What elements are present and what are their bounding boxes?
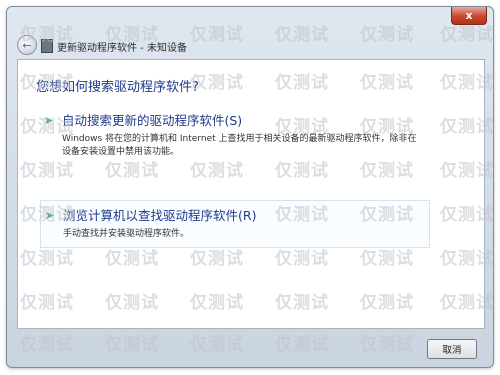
- green-arrow-icon: ➤: [44, 114, 54, 127]
- close-button[interactable]: x: [451, 7, 487, 25]
- option-auto-search[interactable]: ➤ 自动搜索更新的驱动程序软件(S) Windows 将在您的计算机和 Inte…: [40, 110, 428, 159]
- option-description: 手动查找并安装驱动程序软件。: [63, 229, 190, 239]
- green-arrow-icon: ➤: [45, 209, 55, 222]
- page-heading: 您想如何搜索驱动程序软件?: [36, 80, 199, 95]
- window-title: 更新驱动程序软件 - 未知设备: [57, 43, 187, 54]
- dialog-footer: 取消: [7, 329, 493, 367]
- dialog-window: ← 更新驱动程序软件 - 未知设备 x 您想如何搜索驱动程序软件? ➤ 自动搜索…: [6, 6, 494, 368]
- title-bar: ← 更新驱动程序软件 - 未知设备 x: [7, 7, 493, 55]
- option-title: 浏览计算机以查找驱动程序软件(R): [63, 208, 257, 223]
- back-arrow-icon[interactable]: ←: [17, 35, 37, 55]
- device-icon: [41, 39, 53, 53]
- option-browse-computer[interactable]: ➤ 浏览计算机以查找驱动程序软件(R) 手动查找并安装驱动程序软件。: [40, 200, 430, 248]
- option-description: Windows 将在您的计算机和 Internet 上查找用于相关设备的最新驱动…: [62, 134, 417, 157]
- cancel-button[interactable]: 取消: [427, 339, 477, 359]
- content-panel: 您想如何搜索驱动程序软件? ➤ 自动搜索更新的驱动程序软件(S) Windows…: [17, 59, 485, 329]
- option-title: 自动搜索更新的驱动程序软件(S): [62, 113, 243, 128]
